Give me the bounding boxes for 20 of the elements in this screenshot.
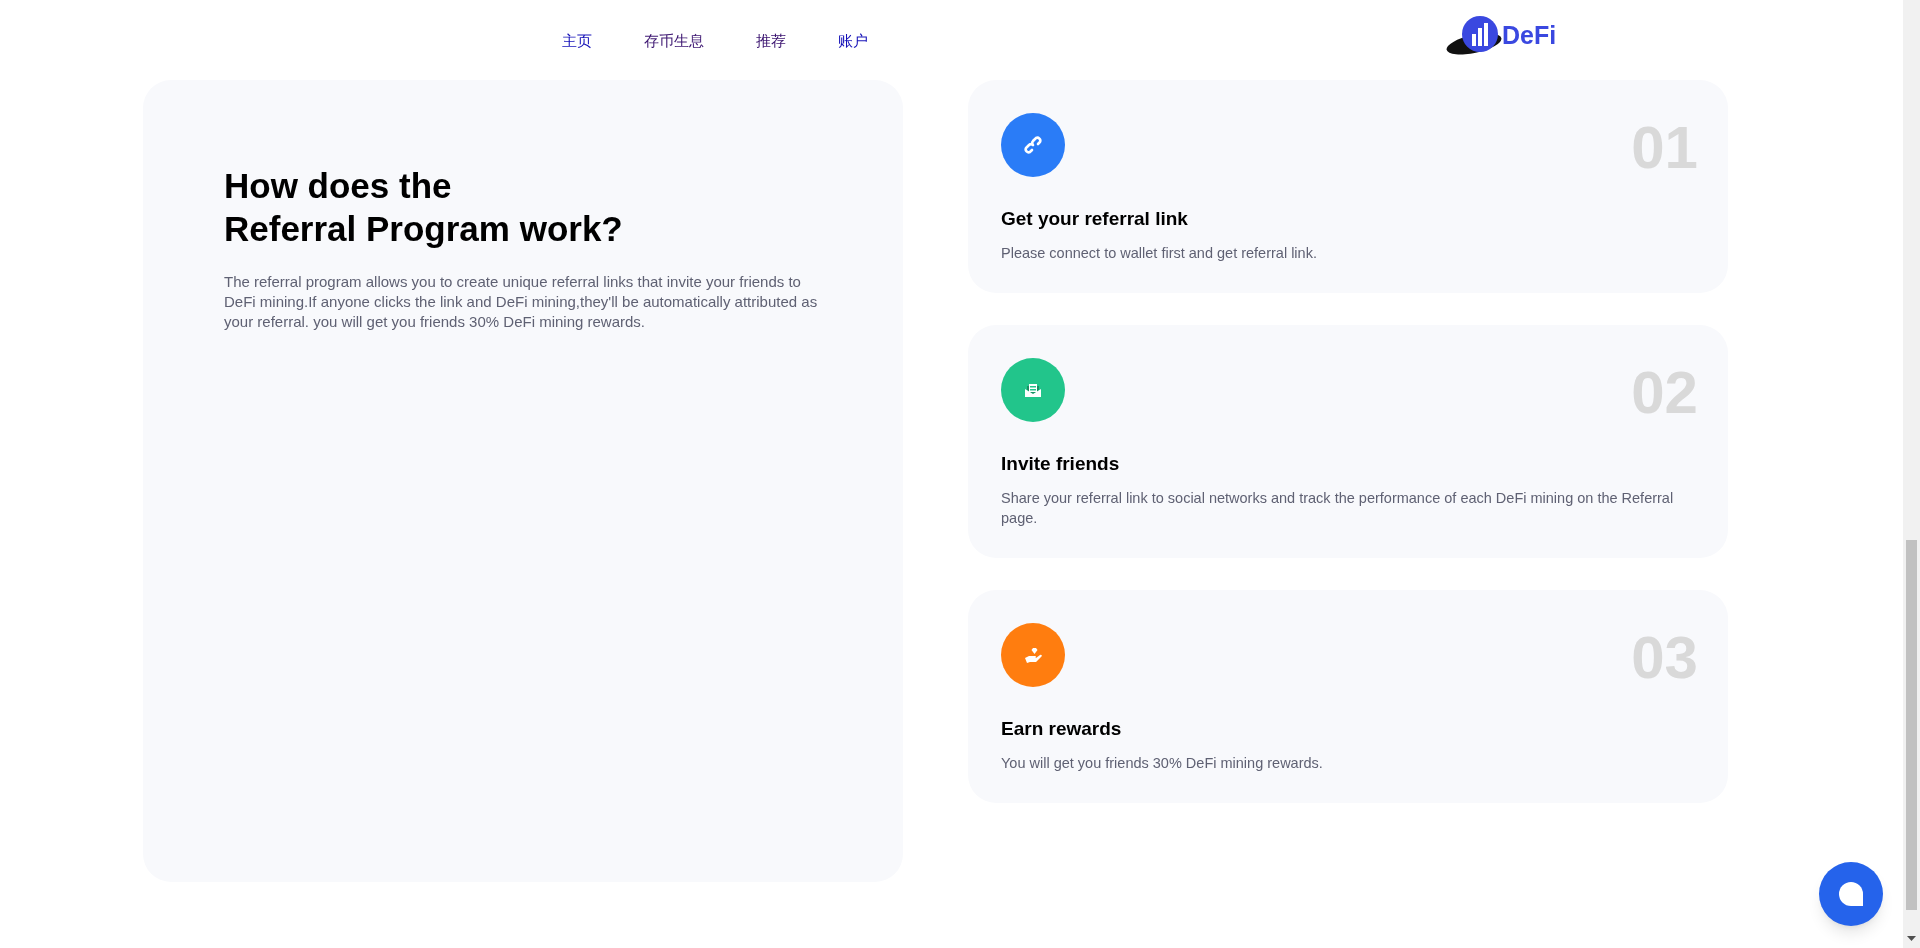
scrollbar[interactable] <box>1903 0 1920 948</box>
chat-button[interactable] <box>1819 862 1883 926</box>
nav-link[interactable]: 账户 <box>838 29 868 53</box>
section-heading: How does the <box>224 165 453 207</box>
step-description: Share your referral link to social networks and track the performance of each DeFi mining on the Referral page. <box>1001 489 1675 528</box>
nav-link[interactable]: 存币生息 <box>644 29 704 53</box>
step-description: Please connect to wallet first and get referral link. <box>1001 244 1318 263</box>
intro-description: The referral program allows you to create unique referral links that invite your friends to DeFi mining.If anyone clicks the link and DeFi mining,they'll be automatically attributed as your referral. you will get you friends 30% DeFi mining rewards. <box>224 272 819 332</box>
chat-bubble-icon <box>1839 882 1863 906</box>
defi-logo[interactable]: DeFi <box>1444 14 1557 58</box>
scroll-down-arrow-icon[interactable] <box>1907 936 1916 942</box>
logo-text: DeFi <box>1502 20 1557 52</box>
nav-link[interactable]: 推荐 <box>756 29 786 53</box>
step-title: Earn rewards <box>1001 717 1123 741</box>
scrollbar-thumb[interactable] <box>1906 540 1917 910</box>
step-title: Get your referral link <box>1001 207 1189 231</box>
nav-link[interactable]: 主页 <box>562 29 592 53</box>
step-description: You will get you friends 30% DeFi mining rewards. <box>1001 754 1324 773</box>
step-title: Invite friends <box>1001 452 1121 476</box>
section-heading: Referral Program work? <box>224 208 624 250</box>
